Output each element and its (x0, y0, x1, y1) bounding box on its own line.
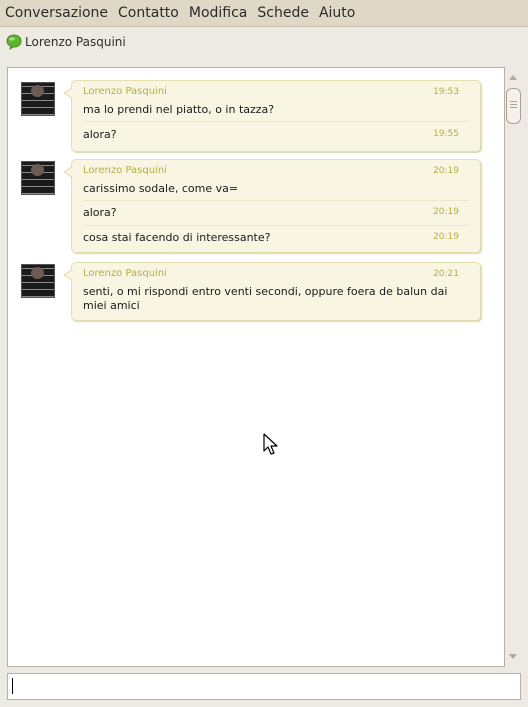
scroll-down-arrow-icon[interactable] (509, 654, 517, 659)
message-text: senti, o mi rispondi entro venti secondi… (83, 285, 448, 312)
scroll-up-arrow-icon[interactable] (509, 75, 517, 80)
message: senti, o mi rispondi entro venti secondi… (83, 281, 468, 313)
speech-bubble-icon (6, 34, 22, 50)
message-bubble: Lorenzo Pasquini 20:21 senti, o mi rispo… (63, 262, 481, 321)
menu-bar: Conversazione Contatto Modifica Schede A… (0, 0, 528, 27)
message: alora? 19:55 (83, 121, 468, 148)
bubble-header: Lorenzo Pasquini 19:53 (72, 81, 480, 99)
message: ma lo prendi nel piatto, o in tazza? (83, 99, 468, 121)
menu-contatto[interactable]: Contatto (113, 0, 184, 26)
menu-conversazione[interactable]: Conversazione (0, 0, 113, 26)
conversation-view[interactable]: Lorenzo Pasquini 19:53 ma lo prendi nel … (7, 67, 505, 667)
message-bubble: Lorenzo Pasquini 19:53 ma lo prendi nel … (63, 80, 481, 152)
menu-aiuto[interactable]: Aiuto (314, 0, 360, 26)
message-bubble: Lorenzo Pasquini 20:19 carissimo sodale,… (63, 159, 481, 253)
avatar (21, 264, 55, 298)
avatar (21, 82, 55, 116)
message-input[interactable] (7, 673, 521, 700)
message-text: alora? (83, 128, 117, 141)
sender-name: Lorenzo Pasquini (83, 268, 167, 279)
message-text: alora? (83, 206, 117, 219)
sender-name: Lorenzo Pasquini (83, 165, 167, 176)
message: alora? 20:19 (83, 200, 468, 225)
menu-modifica[interactable]: Modifica (184, 0, 253, 26)
bubble-header: Lorenzo Pasquini 20:19 (72, 160, 480, 178)
vertical-scrollbar[interactable] (505, 67, 521, 667)
message-time: 20:19 (433, 207, 459, 217)
scrollbar-thumb[interactable] (506, 88, 521, 124)
message-text: ma lo prendi nel piatto, o in tazza? (83, 103, 275, 116)
message-text: cosa stai facendo di interessante? (83, 231, 271, 244)
message-time: 20:19 (433, 166, 459, 176)
message-time: 19:53 (433, 87, 459, 97)
sender-name: Lorenzo Pasquini (83, 86, 167, 97)
contact-header: Lorenzo Pasquini (0, 27, 528, 57)
bubble-header: Lorenzo Pasquini 20:21 (72, 263, 480, 281)
message-time: 20:21 (433, 269, 459, 279)
message: carissimo sodale, come va= (83, 178, 468, 200)
menu-schede[interactable]: Schede (252, 0, 314, 26)
message-text: carissimo sodale, come va= (83, 182, 239, 195)
contact-name: Lorenzo Pasquini (25, 35, 126, 49)
avatar (21, 161, 55, 195)
text-caret (12, 678, 13, 694)
message: cosa stai facendo di interessante? 20:19 (83, 225, 468, 250)
mouse-pointer-icon (263, 433, 278, 455)
message-time: 20:19 (433, 232, 459, 242)
message-time: 19:55 (433, 129, 459, 139)
